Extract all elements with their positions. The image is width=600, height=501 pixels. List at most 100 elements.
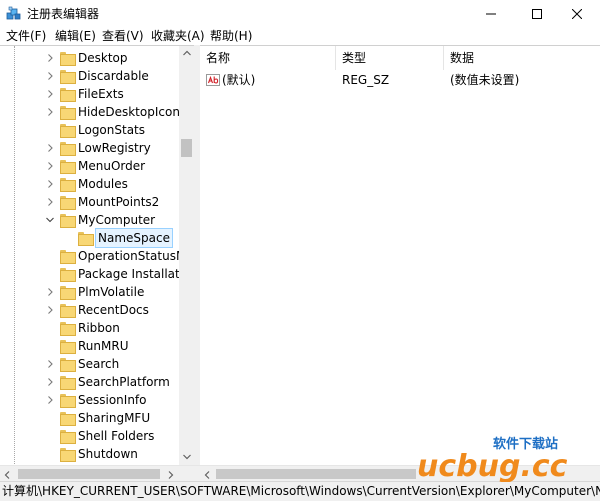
folder-icon (60, 304, 76, 318)
tree-item[interactable]: RunMRU (0, 337, 180, 355)
folder-icon (78, 232, 94, 246)
tree-item[interactable]: PlmVolatile (0, 283, 180, 301)
column-header-name[interactable]: 名称 (200, 46, 336, 70)
tree-item[interactable]: MenuOrder (0, 157, 180, 175)
tree-item-label: MountPoints2 (78, 195, 160, 209)
registry-editor-icon (6, 6, 22, 22)
folder-icon (60, 88, 76, 102)
folder-icon (60, 448, 76, 462)
status-bar: 计算机\HKEY_CURRENT_USER\SOFTWARE\Microsoft… (0, 481, 600, 501)
tree-item[interactable]: Package Installatio (0, 265, 190, 283)
tree-vertical-scrollbar[interactable] (179, 46, 194, 465)
tree-item[interactable]: RecentDocs (0, 301, 180, 319)
tree-item[interactable]: Desktop (0, 49, 180, 67)
tree-item[interactable]: OperationStatusMa (0, 247, 194, 265)
tree-hscroll-thumb[interactable] (18, 469, 160, 479)
tree-item[interactable]: NameSpace (0, 228, 180, 248)
tree-item[interactable]: MountPoints2 (0, 193, 180, 211)
tree-item-label: RunMRU (78, 339, 129, 353)
tree-item[interactable]: SessionInfo (0, 391, 180, 409)
tree-item[interactable]: Search (0, 355, 180, 373)
close-button[interactable] (554, 0, 600, 28)
folder-icon (60, 358, 76, 372)
tree-scroll-thumb[interactable] (181, 139, 192, 157)
tree-item[interactable]: FileExts (0, 85, 180, 103)
chevron-right-icon[interactable] (46, 108, 54, 116)
menu-edit[interactable]: 编辑(E) (55, 28, 96, 45)
value-list[interactable]: 名称 类型 数据 (默认) REG_SZ (数值未设置) (200, 45, 600, 465)
tree-item[interactable]: Modules (0, 175, 180, 193)
scroll-up-icon[interactable] (183, 50, 191, 56)
chevron-right-icon[interactable] (46, 72, 54, 80)
value-name: (默认) (222, 73, 256, 87)
minimize-button[interactable] (468, 0, 514, 28)
list-hscroll-thumb[interactable] (216, 469, 416, 479)
folder-icon (60, 322, 76, 336)
folder-icon (60, 160, 76, 174)
folder-icon (60, 412, 76, 426)
folder-icon (60, 142, 76, 156)
string-value-icon (206, 73, 220, 87)
minimize-icon (486, 13, 496, 15)
title-bar: 注册表编辑器 (0, 0, 600, 28)
tree-item[interactable]: HideDesktopIcons (0, 103, 186, 121)
column-header-type[interactable]: 类型 (336, 46, 444, 70)
tree-item[interactable]: LogonStats (0, 121, 180, 139)
chevron-down-icon[interactable] (46, 216, 54, 224)
folder-icon (60, 430, 76, 444)
tree-item-label: HideDesktopIcons (78, 105, 187, 119)
folder-icon (60, 214, 76, 228)
tree-scroll-left-icon[interactable] (4, 471, 10, 479)
menu-view[interactable]: 查看(V) (102, 28, 144, 45)
tree-item[interactable]: Shutdown (0, 445, 180, 463)
folder-icon (60, 268, 76, 282)
scroll-down-icon[interactable] (183, 454, 191, 460)
tree-item-label: MenuOrder (78, 159, 146, 173)
chevron-right-icon[interactable] (46, 288, 54, 296)
chevron-right-icon[interactable] (46, 396, 54, 404)
chevron-right-icon[interactable] (46, 198, 54, 206)
tree-scroll-right-icon[interactable] (168, 471, 174, 479)
tree-item-label: SharingMFU (78, 411, 151, 425)
folder-icon (60, 394, 76, 408)
tree-item[interactable]: MyComputer (0, 211, 180, 229)
tree-item-label: OperationStatusMa (78, 249, 194, 263)
chevron-right-icon[interactable] (46, 54, 54, 62)
folder-icon (60, 250, 76, 264)
tree-item[interactable]: Ribbon (0, 319, 180, 337)
tree-item-label: Modules (78, 177, 128, 191)
chevron-right-icon[interactable] (46, 180, 54, 188)
tree-item-label: Search (78, 357, 120, 371)
chevron-right-icon[interactable] (46, 378, 54, 386)
menu-bar: 文件(F) 编辑(E) 查看(V) 收藏夹(A) 帮助(H) (0, 28, 600, 45)
tree-item-label: MyComputer (78, 213, 156, 227)
tree-item[interactable]: SearchPlatform (0, 373, 180, 391)
tree-item-label: Desktop (78, 51, 128, 65)
horizontal-scrollbar[interactable] (0, 465, 600, 481)
chevron-right-icon[interactable] (46, 306, 54, 314)
chevron-right-icon[interactable] (46, 90, 54, 98)
tree-item-label: PlmVolatile (78, 285, 145, 299)
chevron-right-icon[interactable] (46, 144, 54, 152)
tree-item[interactable]: Discardable (0, 67, 180, 85)
tree-item-label: LowRegistry (78, 141, 151, 155)
folder-icon (60, 70, 76, 84)
tree-item-label: Ribbon (78, 321, 120, 335)
key-tree[interactable]: Desktop Discardable FileExts HideDesktopIco… (0, 45, 194, 465)
tree-item[interactable]: Shell Folders (0, 427, 180, 445)
menu-help[interactable]: 帮助(H) (210, 28, 252, 45)
value-row[interactable]: (默认) REG_SZ (数值未设置) (200, 70, 600, 90)
chevron-right-icon[interactable] (46, 162, 54, 170)
menu-favorites[interactable]: 收藏夹(A) (151, 28, 205, 45)
folder-icon (60, 106, 76, 120)
menu-file[interactable]: 文件(F) (6, 28, 46, 45)
chevron-right-icon[interactable] (46, 360, 54, 368)
column-header-data[interactable]: 数据 (444, 46, 600, 70)
list-scroll-left-icon[interactable] (204, 471, 210, 479)
folder-icon (60, 178, 76, 192)
folder-icon (60, 286, 76, 300)
window-title: 注册表编辑器 (27, 7, 100, 21)
tree-item[interactable]: SharingMFU (0, 409, 180, 427)
tree-item-label: SessionInfo (78, 393, 147, 407)
tree-item[interactable]: LowRegistry (0, 139, 180, 157)
